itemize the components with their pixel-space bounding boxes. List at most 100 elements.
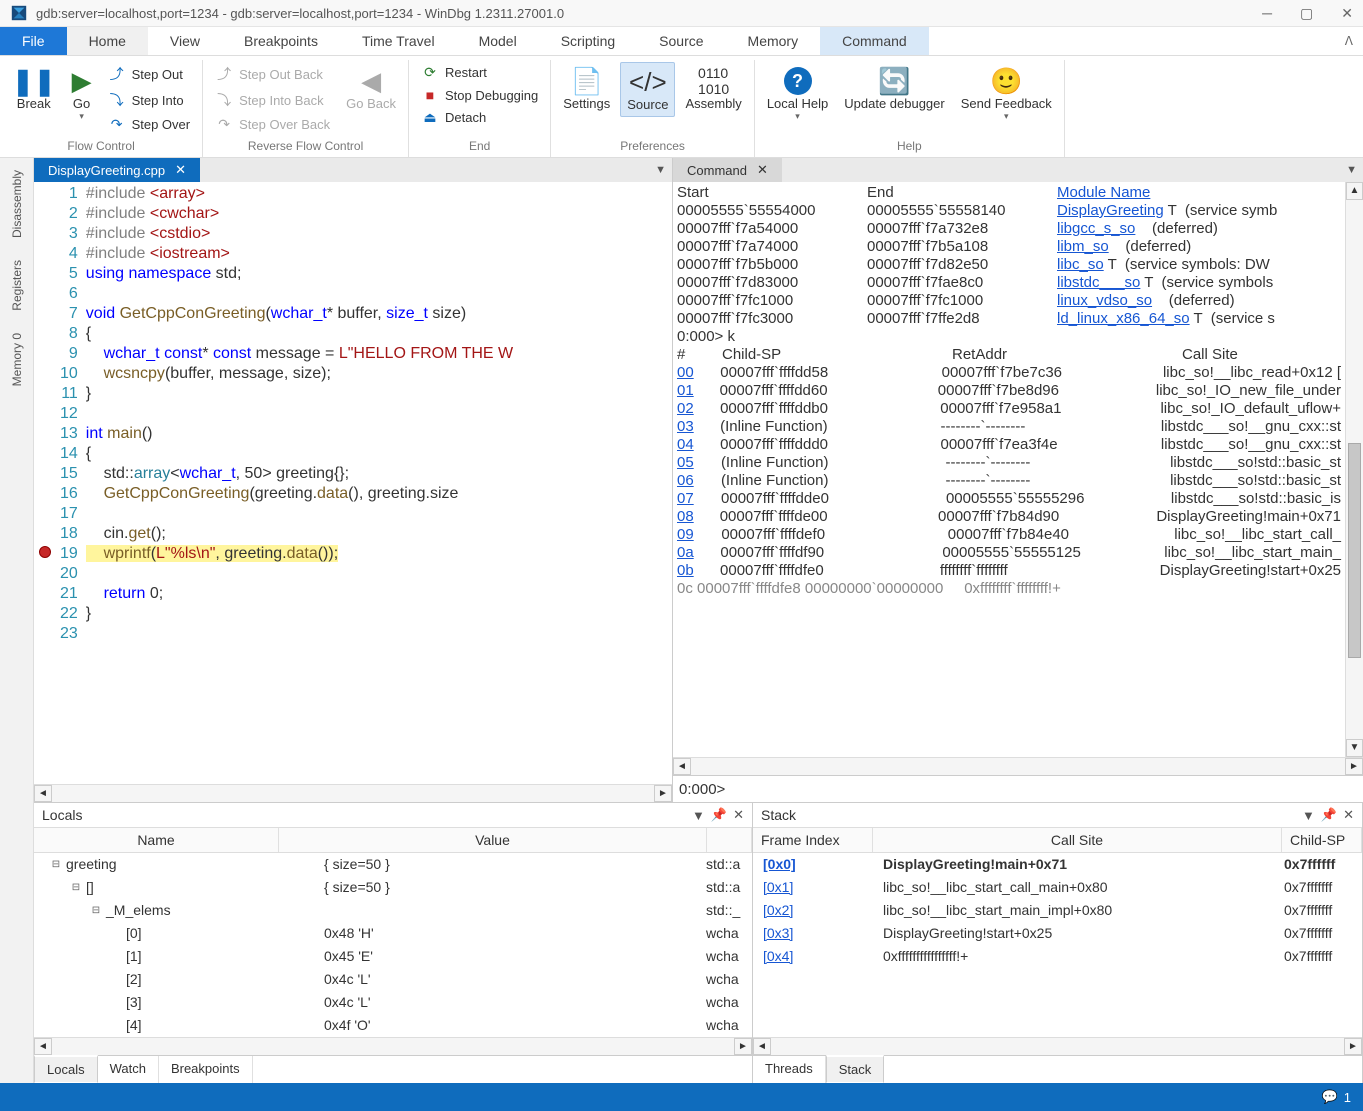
stack-pane: Stack ▼ 📌 ✕ Frame Index Call Site Child-… <box>753 803 1363 1083</box>
ribbon-group-reverse-flow: ⤴Step Out Back ⤵Step Into Back ↷Step Ove… <box>203 60 409 157</box>
h-scrollbar[interactable]: ◄► <box>34 784 672 802</box>
close-icon[interactable]: ✕ <box>733 807 744 823</box>
sidebar-tab-registers[interactable]: Registers <box>8 252 26 319</box>
restart-button[interactable]: ⟳Restart <box>415 62 544 83</box>
menu-memory[interactable]: Memory <box>726 27 821 55</box>
menu-file[interactable]: File <box>0 27 67 55</box>
update-debugger-button[interactable]: 🔄Update debugger <box>838 62 950 115</box>
pane-menu-button[interactable]: ▼ <box>1340 164 1363 176</box>
title-bar: gdb:server=localhost,port=1234 - gdb:ser… <box>0 0 1363 27</box>
close-icon[interactable]: ✕ <box>175 162 186 178</box>
send-feedback-button[interactable]: 🙂Send Feedback▾ <box>955 62 1058 126</box>
menu-home[interactable]: Home <box>67 27 148 55</box>
source-tab[interactable]: DisplayGreeting.cpp✕ <box>34 158 200 182</box>
bottom-tab-breakpoints[interactable]: Breakpoints <box>159 1056 253 1083</box>
ribbon-group-help: ?Local Help▾ 🔄Update debugger 🙂Send Feed… <box>755 60 1065 157</box>
dropdown-icon[interactable]: ▼ <box>692 808 705 823</box>
detach-button[interactable]: ⏏Detach <box>415 107 544 128</box>
sidebar-tab-disassembly[interactable]: Disassembly <box>8 162 26 246</box>
locals-header: Locals ▼ 📌 ✕ <box>34 803 752 828</box>
locals-row[interactable]: [2]0x4c 'L'wcha <box>34 968 752 991</box>
step-over-button[interactable]: ↷Step Over <box>102 114 197 135</box>
status-count: 1 <box>1344 1090 1351 1105</box>
close-button[interactable]: ✕ <box>1341 5 1353 22</box>
locals-row[interactable]: [4]0x4f 'O'wcha <box>34 1014 752 1037</box>
command-input[interactable]: 0:000> <box>673 775 1363 802</box>
bottom-tab-watch[interactable]: Watch <box>98 1056 159 1083</box>
menu-command[interactable]: Command <box>820 27 929 55</box>
feedback-icon[interactable]: 💬 <box>1322 1089 1338 1105</box>
collapsed-sidebar: Disassembly Registers Memory 0 <box>0 158 34 1083</box>
local-help-button[interactable]: ?Local Help▾ <box>761 62 834 126</box>
menu-bar: FileHomeViewBreakpointsTime TravelModelS… <box>0 27 1363 56</box>
source-tabstrip: DisplayGreeting.cpp✕ ▼ <box>34 158 672 182</box>
main-area: Disassembly Registers Memory 0 DisplayGree… <box>0 158 1363 1083</box>
stack-row[interactable]: [0x2]libc_so!__libc_start_main_impl+0x80… <box>753 899 1362 922</box>
bottom-tab-locals[interactable]: Locals <box>34 1055 98 1083</box>
step-out-back-button: ⤴Step Out Back <box>209 62 336 86</box>
locals-row[interactable]: ⊟[]{ size=50 }std::a <box>34 876 752 899</box>
step-into-back-button: ⤵Step Into Back <box>209 88 336 112</box>
command-output[interactable]: StartEnd Module Name00005555`55554000 00… <box>673 182 1345 757</box>
ribbon-group-end: ⟳Restart ■Stop Debugging ⏏Detach End <box>409 60 551 157</box>
command-tab[interactable]: Command✕ <box>673 158 782 182</box>
ribbon: ❚❚Break ▶Go▾ ⤴Step Out ⤵Step Into ↷Step … <box>0 56 1363 158</box>
stop-debugging-button[interactable]: ■Stop Debugging <box>415 85 544 105</box>
locals-row[interactable]: [0]0x48 'H'wcha <box>34 922 752 945</box>
locals-row[interactable]: ⊟_M_elemsstd::_ <box>34 899 752 922</box>
ribbon-group-preferences: 📄Settings </>Source 01101010Assembly Pre… <box>551 60 755 157</box>
menu-model[interactable]: Model <box>457 27 539 55</box>
pin-icon[interactable]: 📌 <box>711 807 727 823</box>
stack-grid[interactable]: [0x0]DisplayGreeting!main+0x710x7ffffff[… <box>753 853 1362 1037</box>
assembly-mode-button[interactable]: 01101010Assembly <box>679 62 747 115</box>
v-scrollbar[interactable]: ▲▼ <box>1345 182 1363 757</box>
source-view[interactable]: 1234567891011121314151617181920212223 #i… <box>34 182 672 784</box>
stack-row[interactable]: [0x1]libc_so!__libc_start_call_main+0x80… <box>753 876 1362 899</box>
stack-tabstrip: ThreadsStack <box>753 1055 1362 1083</box>
go-back-button: ◀Go Back <box>340 62 402 115</box>
locals-row[interactable]: ⊟greeting{ size=50 }std::a <box>34 853 752 876</box>
pin-icon[interactable]: 📌 <box>1321 807 1337 823</box>
h-scrollbar[interactable]: ◄► <box>753 1037 1362 1055</box>
settings-button[interactable]: 📄Settings <box>557 62 616 115</box>
bottom-tab-threads[interactable]: Threads <box>753 1056 826 1083</box>
locals-grid[interactable]: ⊟greeting{ size=50 }std::a⊟[]{ size=50 }… <box>34 853 752 1037</box>
dropdown-icon[interactable]: ▼ <box>1302 808 1315 823</box>
close-icon[interactable]: ✕ <box>757 162 768 178</box>
stack-row[interactable]: [0x0]DisplayGreeting!main+0x710x7ffffff <box>753 853 1362 876</box>
command-pane: Command✕ ▼ StartEnd Module Name00005555`… <box>673 158 1363 802</box>
step-over-back-button: ↷Step Over Back <box>209 114 336 135</box>
minimize-button[interactable]: ─ <box>1262 5 1272 22</box>
locals-pane: Locals ▼ 📌 ✕ Name Value ⊟greeting{ size=… <box>34 803 753 1083</box>
menu-source[interactable]: Source <box>637 27 725 55</box>
locals-row[interactable]: [3]0x4c 'L'wcha <box>34 991 752 1014</box>
locals-row[interactable]: [1]0x45 'E'wcha <box>34 945 752 968</box>
go-button[interactable]: ▶Go▾ <box>66 62 98 126</box>
stack-row[interactable]: [0x4]0xffffffffffffffff!+0x7fffffff <box>753 945 1362 968</box>
source-pane: DisplayGreeting.cpp✕ ▼ 12345678910111213… <box>34 158 673 802</box>
sidebar-tab-memory-0[interactable]: Memory 0 <box>8 325 26 394</box>
step-out-button[interactable]: ⤴Step Out <box>102 62 197 86</box>
break-button[interactable]: ❚❚Break <box>6 62 62 115</box>
bottom-tab-stack[interactable]: Stack <box>826 1055 885 1083</box>
app-icon <box>10 4 28 22</box>
stack-row[interactable]: [0x3]DisplayGreeting!start+0x250x7ffffff… <box>753 922 1362 945</box>
ribbon-group-flow-control: ❚❚Break ▶Go▾ ⤴Step Out ⤵Step Into ↷Step … <box>0 60 203 157</box>
locals-tabstrip: LocalsWatchBreakpoints <box>34 1055 752 1083</box>
menu-time-travel[interactable]: Time Travel <box>340 27 457 55</box>
status-bar: 💬 1 <box>0 1083 1363 1111</box>
h-scrollbar[interactable]: ◄► <box>34 1037 752 1055</box>
menu-view[interactable]: View <box>148 27 222 55</box>
content-area: DisplayGreeting.cpp✕ ▼ 12345678910111213… <box>34 158 1363 1083</box>
h-scrollbar[interactable]: ◄► <box>673 757 1363 775</box>
window-title: gdb:server=localhost,port=1234 - gdb:ser… <box>36 6 1262 21</box>
source-mode-button[interactable]: </>Source <box>620 62 675 117</box>
menu-scripting[interactable]: Scripting <box>539 27 637 55</box>
menu-breakpoints[interactable]: Breakpoints <box>222 27 340 55</box>
pane-menu-button[interactable]: ▼ <box>649 164 672 176</box>
close-icon[interactable]: ✕ <box>1343 807 1354 823</box>
step-into-button[interactable]: ⤵Step Into <box>102 88 197 112</box>
command-tabstrip: Command✕ ▼ <box>673 158 1363 182</box>
maximize-button[interactable]: ▢ <box>1300 5 1313 22</box>
collapse-ribbon-button[interactable]: ᐱ <box>1345 34 1353 48</box>
